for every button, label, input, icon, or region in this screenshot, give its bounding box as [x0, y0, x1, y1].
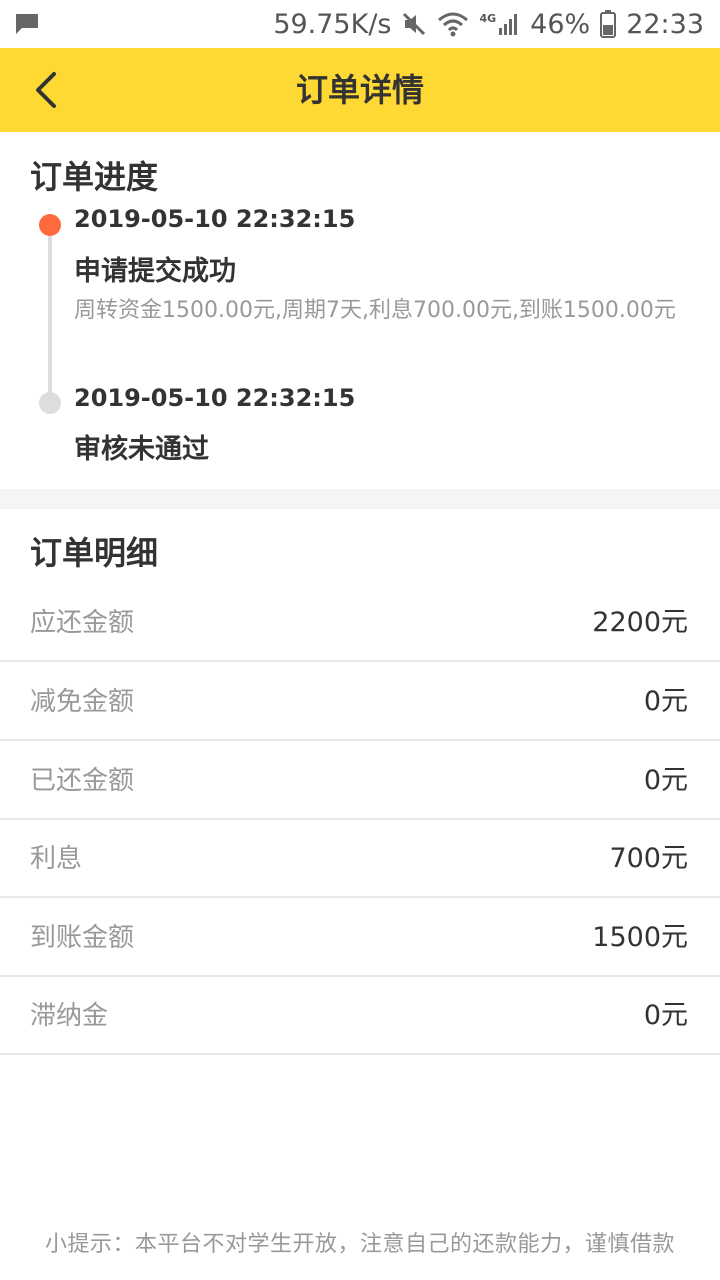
step-description: 周转资金1500.00元,周期7天,利息700.00元,到账1500.00元: [74, 298, 676, 323]
detail-label: 已还金额: [30, 766, 135, 796]
detail-label: 到账金额: [30, 923, 135, 953]
network-type-label: 4G: [479, 12, 497, 25]
detail-row-repaid-amount: 已还金额 0元: [0, 742, 720, 820]
clock: 22:33: [626, 8, 704, 40]
detail-label: 减免金额: [30, 687, 135, 717]
detail-value: 700元: [609, 843, 688, 874]
page-title: 订单详情: [295, 71, 424, 109]
detail-label: 滞纳金: [30, 1001, 109, 1031]
status-bar: 59.75K/s 4G 46% 22:33: [0, 0, 720, 48]
timeline-dot-inactive: [39, 392, 61, 414]
step-title: 申请提交成功: [74, 256, 236, 287]
net-speed: 59.75K/s: [273, 8, 392, 40]
detail-row-received-amount: 到账金额 1500元: [0, 899, 720, 977]
detail-row-waived-amount: 减免金额 0元: [0, 663, 720, 741]
detail-value: 0元: [643, 765, 688, 796]
detail-value: 2200元: [592, 607, 688, 638]
section-divider: [0, 489, 720, 509]
detail-value: 1500元: [592, 922, 688, 953]
timeline-dot-active: [39, 214, 61, 236]
step-title: 审核未通过: [74, 434, 209, 465]
detail-label: 利息: [30, 844, 83, 874]
battery-percent: 46%: [530, 8, 591, 40]
detail-label: 应还金额: [30, 608, 135, 638]
footer-tip: 小提示：本平台不对学生开放，注意自己的还款能力，谨慎借款: [44, 1232, 675, 1257]
battery-icon: [600, 10, 617, 38]
message-icon: [14, 12, 40, 40]
chevron-left-icon: [36, 72, 56, 108]
details-section-title: 订单明细: [30, 534, 159, 572]
detail-value: 0元: [643, 686, 688, 717]
back-button[interactable]: [18, 62, 74, 118]
detail-row-late-fee: 滞纳金 0元: [0, 977, 720, 1055]
detail-row-interest: 利息 700元: [0, 820, 720, 898]
progress-section-title: 订单进度: [30, 158, 159, 196]
detail-row-amount-due: 应还金额 2200元: [0, 584, 720, 662]
detail-value: 0元: [643, 1000, 688, 1031]
step-time: 2019-05-10 22:32:15: [74, 205, 356, 233]
wifi-icon: [437, 11, 469, 37]
mute-icon: [401, 11, 427, 37]
step-time: 2019-05-10 22:32:15: [74, 384, 356, 412]
signal-icon: 4G: [479, 12, 520, 36]
timeline-line: [48, 226, 52, 404]
order-detail-page: 59.75K/s 4G 46% 22:33 订单详情 订单进度 2019-05-…: [0, 0, 720, 1280]
app-header: 订单详情: [0, 48, 720, 132]
